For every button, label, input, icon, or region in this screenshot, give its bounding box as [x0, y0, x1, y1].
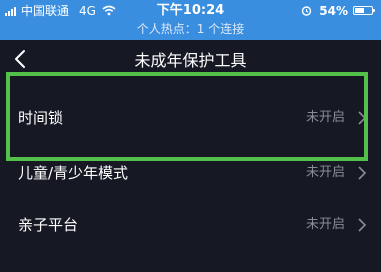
alarm-icon: [302, 6, 312, 16]
status-right: 54%: [301, 2, 375, 19]
status-bar: 中国联通 4G 下午10:24 54% 个人热点：1 个连接: [0, 0, 381, 40]
row-label: 时间锁: [18, 109, 64, 127]
chevron-right-icon: [358, 111, 367, 125]
nav-bar: 未成年保护工具: [0, 40, 381, 80]
battery-percent: 54%: [319, 3, 348, 18]
row-status: 未开启: [305, 217, 345, 232]
row-status: 未开启: [305, 165, 345, 180]
chevron-right-icon: [358, 218, 367, 232]
row-time-lock[interactable]: 时间锁 未开启: [0, 92, 381, 144]
page-title: 未成年保护工具: [134, 51, 247, 70]
battery-icon: [353, 6, 375, 15]
screen: 中国联通 4G 下午10:24 54% 个人热点：1 个连接 未成年保护工具 时…: [0, 0, 381, 272]
row-teen-mode[interactable]: 儿童/青少年模式 未开启: [0, 147, 381, 199]
row-label: 亲子平台: [18, 216, 79, 234]
chevron-right-icon: [358, 166, 367, 180]
hotspot-text[interactable]: 个人热点：1 个连接: [0, 21, 381, 37]
row-label: 儿童/青少年模式: [18, 164, 129, 182]
row-family-platform[interactable]: 亲子平台 未开启: [0, 199, 381, 251]
row-status: 未开启: [305, 110, 345, 125]
